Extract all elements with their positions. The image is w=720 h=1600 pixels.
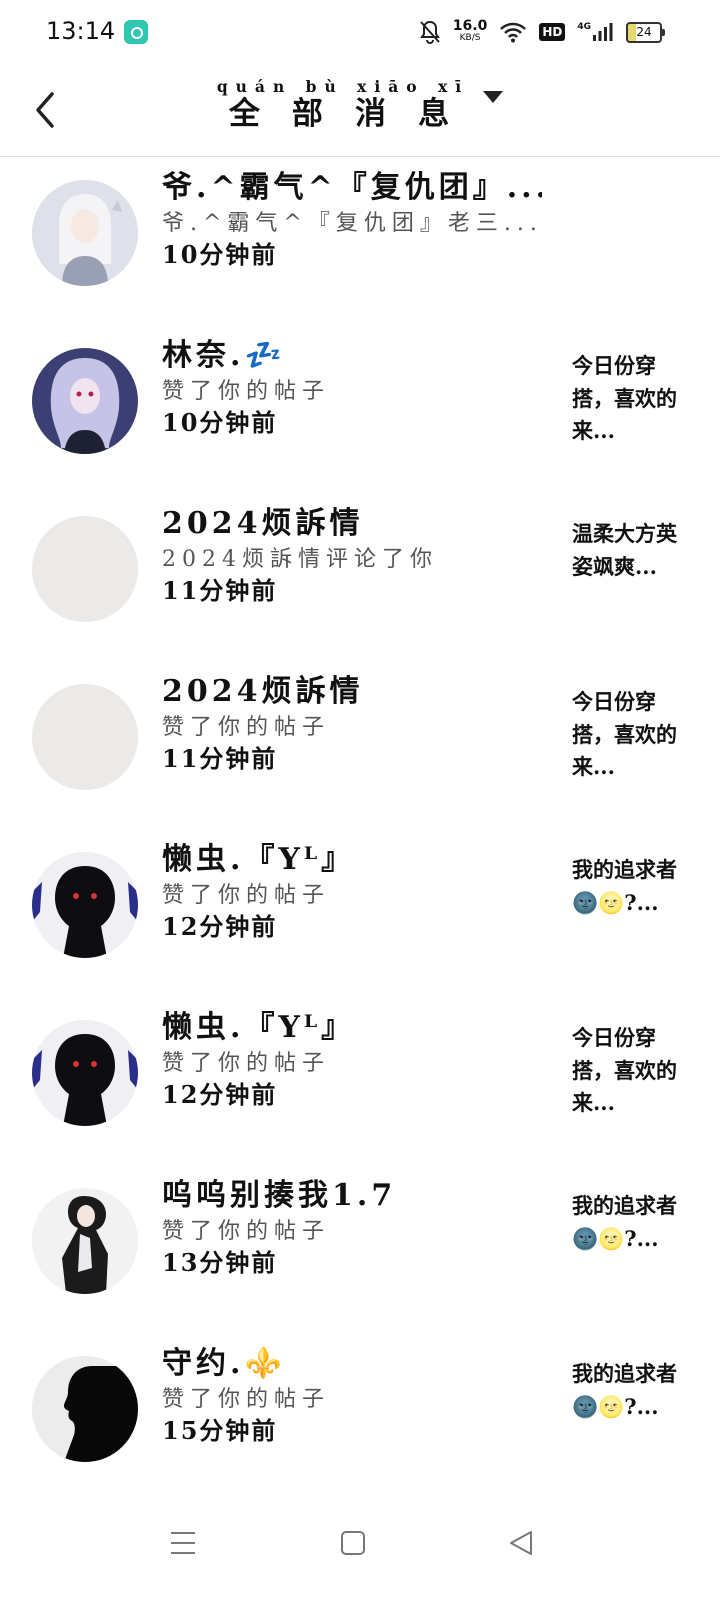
sender-name: 林奈.💤	[162, 338, 286, 373]
message-action: 赞了你的帖子	[162, 882, 331, 908]
timestamp: 13分钟前	[162, 1248, 278, 1278]
sender-name: 2024烦訴情	[162, 674, 364, 709]
thumbs-up-badge-icon	[136, 441, 138, 454]
wifi-icon	[499, 21, 527, 43]
sender-name: 守约.⚜️	[162, 1346, 286, 1381]
thumbs-up-badge-icon	[136, 777, 138, 790]
message-item[interactable]: 2024烦訴情 赞了你的帖子 11分钟前 今日份穿搭，喜欢的来...	[0, 662, 720, 830]
message-item[interactable]: 懒虫.『Yᴸ』 赞了你的帖子 12分钟前 今日份穿搭，喜欢的来...	[0, 998, 720, 1166]
message-action: 赞了你的帖子	[162, 1050, 331, 1076]
avatar[interactable]	[32, 852, 138, 958]
title-dropdown[interactable]: 全部消息quán bù xiāo xī	[216, 77, 504, 133]
sender-name: 懒虫.『Yᴸ』	[162, 842, 356, 877]
message-action: 爷.^霸气^『复仇团』老三...	[162, 210, 542, 236]
avatar[interactable]	[32, 180, 138, 286]
timestamp: 10分钟前	[162, 240, 278, 270]
message-item[interactable]: 爷.^霸气^『复仇团』... 爷.^霸气^『复仇团』老三... 10分钟前	[0, 158, 720, 326]
timestamp: 12分钟前	[162, 1080, 278, 1110]
chevron-down-icon[interactable]	[483, 90, 504, 103]
timestamp: 11分钟前	[162, 576, 278, 606]
avatar[interactable]	[32, 516, 138, 622]
message-item[interactable]: 2024烦訴情 2024烦訴情评论了你 11分钟前 温柔大方英姿飒爽...	[0, 494, 720, 662]
sender-name: 呜呜别揍我1.7	[162, 1178, 397, 1213]
message-list: 爷.^霸气^『复仇团』... 爷.^霸气^『复仇团』老三... 10分钟前 林奈…	[0, 158, 720, 1502]
menu-icon[interactable]	[160, 1520, 206, 1566]
top-app-bar: 全部消息quán bù xiāo xī	[0, 64, 720, 157]
thumbs-up-badge-icon	[136, 1281, 138, 1294]
sender-name: 2024烦訴情	[162, 506, 364, 541]
timestamp: 15分钟前	[162, 1416, 278, 1446]
post-preview[interactable]: 温柔大方英姿飒爽...	[572, 518, 680, 583]
bell-muted-icon	[419, 20, 441, 44]
back-triangle-icon[interactable]	[498, 1520, 544, 1566]
cellular-signal-icon: 4G	[577, 22, 614, 42]
sender-name: 懒虫.『Yᴸ』	[162, 1010, 356, 1045]
message-item[interactable]: 懒虫.『Yᴸ』 赞了你的帖子 12分钟前 我的追求者🌚🌝?...	[0, 830, 720, 998]
post-preview[interactable]: 今日份穿搭，喜欢的来...	[572, 350, 680, 448]
message-item[interactable]: 呜呜别揍我1.7 赞了你的帖子 13分钟前 我的追求者🌚🌝?...	[0, 1166, 720, 1334]
home-square-icon[interactable]	[330, 1520, 376, 1566]
thumbs-up-badge-icon	[136, 1113, 138, 1126]
comment-badge-icon	[136, 609, 138, 622]
message-action: 赞了你的帖子	[162, 1386, 331, 1412]
page-title: 全部消息quán bù xiāo xī	[216, 77, 470, 132]
thumbs-up-badge-icon	[136, 1449, 138, 1462]
post-preview[interactable]: 今日份穿搭，喜欢的来...	[572, 686, 680, 784]
hd-indicator: HD	[539, 23, 566, 41]
avatar[interactable]	[32, 684, 138, 790]
heart-badge-icon	[136, 273, 138, 286]
post-preview[interactable]: 我的追求者🌚🌝?...	[572, 1190, 680, 1255]
battery-icon: 24	[626, 21, 665, 43]
message-action: 2024烦訴情评论了你	[162, 546, 438, 572]
avatar[interactable]	[32, 1356, 138, 1462]
status-bar: 13:14 16.0 KB/S HD 4G 24	[0, 0, 720, 64]
message-action: 赞了你的帖子	[162, 714, 331, 740]
message-item[interactable]: 林奈.💤 赞了你的帖子 10分钟前 今日份穿搭，喜欢的来...	[0, 326, 720, 494]
network-speed: 16.0 KB/S	[452, 18, 488, 43]
avatar[interactable]	[32, 1188, 138, 1294]
system-navigation-bar	[0, 1490, 720, 1600]
clock: 13:14	[46, 17, 116, 45]
thumbs-up-badge-icon	[136, 945, 138, 958]
message-action: 赞了你的帖子	[162, 378, 331, 404]
sender-name: 爷.^霸气^『复仇团』...	[162, 170, 542, 205]
avatar[interactable]	[32, 1020, 138, 1126]
post-preview[interactable]: 我的追求者🌚🌝?...	[572, 1358, 680, 1423]
timestamp: 10分钟前	[162, 408, 278, 438]
app-notification-icon	[124, 20, 148, 44]
avatar[interactable]	[32, 348, 138, 454]
timestamp: 11分钟前	[162, 744, 278, 774]
post-preview[interactable]: 今日份穿搭，喜欢的来...	[572, 1022, 680, 1120]
message-action: 赞了你的帖子	[162, 1218, 331, 1244]
message-item[interactable]: 守约.⚜️ 赞了你的帖子 15分钟前 我的追求者🌚🌝?...	[0, 1334, 720, 1502]
timestamp: 12分钟前	[162, 912, 278, 942]
post-preview[interactable]: 我的追求者🌚🌝?...	[572, 854, 680, 919]
